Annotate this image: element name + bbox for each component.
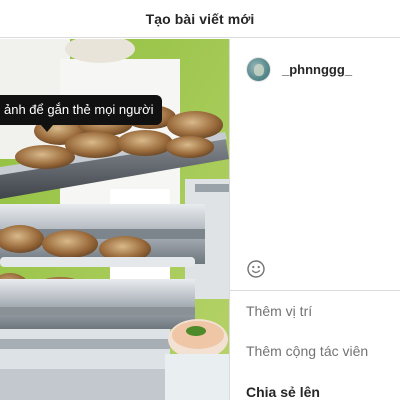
post-photo[interactable]: ảnh để gắn thẻ mọi người	[0, 39, 229, 400]
add-location-label: Thêm vị trí	[246, 303, 313, 319]
add-location-option[interactable]: Thêm vị trí	[230, 291, 400, 331]
emoji-icon[interactable]	[246, 259, 266, 279]
add-collaborators-label: Thêm cộng tác viên	[246, 343, 369, 359]
share-to-label: Chia sẻ lên	[246, 384, 320, 400]
post-details-panel: _phnnggg_ Thêm vị trí Thêm cộng tác viên…	[229, 39, 400, 400]
food-photo-illustration	[0, 39, 229, 400]
user-row: _phnnggg_	[246, 56, 352, 82]
avatar	[246, 56, 271, 82]
add-collaborators-option[interactable]: Thêm cộng tác viên	[230, 331, 400, 371]
tag-people-tooltip: ảnh để gắn thẻ mọi người	[0, 95, 162, 125]
username: _phnnggg_	[282, 61, 353, 77]
modal-title: Tạo bài viết mới	[145, 10, 255, 27]
tooltip-pointer	[41, 125, 53, 132]
share-to-option[interactable]: Chia sẻ lên	[230, 372, 400, 400]
modal-header: Tạo bài viết mới	[0, 0, 400, 38]
caption-input[interactable]	[246, 99, 386, 249]
